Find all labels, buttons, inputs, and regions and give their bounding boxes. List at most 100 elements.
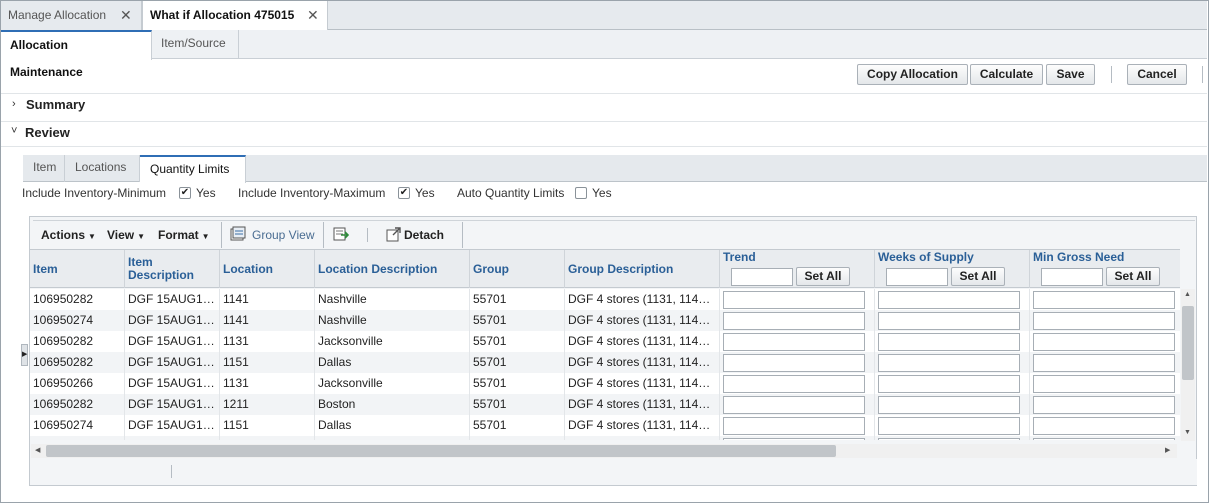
column-divider	[314, 436, 315, 440]
trend-input[interactable]	[723, 291, 865, 309]
document-tab-bar: Manage Allocation ✕ What if Allocation 4…	[1, 1, 1207, 31]
min-gross-need-input[interactable]	[1033, 333, 1175, 351]
cell-location: 1151	[223, 418, 249, 432]
weeks-of-supply-input[interactable]	[878, 291, 1020, 309]
column-divider	[719, 289, 720, 310]
column-divider	[719, 436, 720, 440]
tab-what-if-allocation[interactable]: What if Allocation 475015 ✕	[142, 1, 328, 31]
tab-item-source[interactable]: Item/Source	[152, 30, 239, 59]
scroll-down-icon[interactable]: ▼	[1184, 429, 1191, 436]
tab-label: Quantity Limits	[150, 162, 230, 176]
min-gross-need-input[interactable]	[1033, 291, 1175, 309]
column-header-location-description[interactable]: Location Description	[318, 263, 437, 276]
column-divider	[469, 310, 470, 331]
table-row[interactable]: 106950282 DGF 15AUG1… 1211 Boston 55701 DGF 4…	[30, 394, 1180, 415]
cell-group-description: DGF 4 stores (1131, 114…	[568, 376, 711, 390]
trend-input[interactable]	[723, 333, 865, 351]
tab-label: Manage Allocation	[8, 8, 107, 22]
min-gross-need-input[interactable]	[1033, 312, 1175, 330]
min-gross-need-set-all-button[interactable]: Set All	[1106, 267, 1160, 286]
weeks-of-supply-input[interactable]	[878, 333, 1020, 351]
table-row[interactable]: 106950266 DGF 15AUG1… 1131 Jacksonville 5570…	[30, 373, 1180, 394]
trend-input[interactable]	[723, 375, 865, 393]
trend-input[interactable]	[723, 417, 865, 435]
column-header-trend[interactable]: Trend	[723, 251, 756, 264]
weeks-of-supply-input[interactable]	[878, 354, 1020, 372]
column-divider	[1029, 250, 1030, 288]
table-row[interactable]: 106950266 DGF 15AUG1… 1151 Dallas 55701 DGF 4…	[30, 436, 1180, 440]
column-header-min-gross-need[interactable]: Min Gross Need	[1033, 251, 1124, 264]
copy-allocation-button[interactable]: Copy Allocation	[857, 64, 968, 85]
vertical-scrollbar[interactable]: ▲ ▼	[1181, 289, 1195, 441]
export-button[interactable]	[333, 224, 350, 246]
weeks-of-supply-input[interactable]	[878, 396, 1020, 414]
close-icon[interactable]: ✕	[120, 1, 132, 29]
trend-set-all-input[interactable]	[731, 268, 793, 286]
weeks-of-supply-set-all-input[interactable]	[886, 268, 948, 286]
detach-button[interactable]: Detach	[386, 224, 444, 246]
column-divider	[719, 310, 720, 331]
cell-location-description: Dallas	[318, 436, 466, 440]
trend-input[interactable]	[723, 438, 865, 440]
scroll-right-icon[interactable]: ▶	[1165, 446, 1170, 454]
expand-panel-handle[interactable]: ▶	[21, 344, 28, 366]
tab-locations[interactable]: Locations	[65, 155, 140, 182]
column-header-weeks-of-supply[interactable]: Weeks of Supply	[878, 251, 974, 264]
cancel-button[interactable]: Cancel	[1127, 64, 1187, 85]
table-row[interactable]: 106950282 DGF 15AUG1… 1141 Nashville 55701 DG…	[30, 289, 1180, 310]
tab-manage-allocation[interactable]: Manage Allocation ✕	[1, 1, 142, 30]
checkbox-value: Yes	[196, 186, 216, 200]
column-divider	[219, 250, 220, 288]
column-divider	[874, 310, 875, 331]
weeks-of-supply-input[interactable]	[878, 417, 1020, 435]
tab-allocation-maintenance[interactable]: Allocation Maintenance	[1, 30, 152, 79]
min-gross-need-input[interactable]	[1033, 396, 1175, 414]
trend-input[interactable]	[723, 354, 865, 372]
view-menu[interactable]: View ▼	[107, 224, 145, 246]
column-header-group-description[interactable]: Group Description	[568, 263, 673, 276]
close-icon[interactable]: ✕	[307, 1, 319, 29]
min-gross-need-set-all-input[interactable]	[1041, 268, 1103, 286]
min-gross-need-input[interactable]	[1033, 354, 1175, 372]
group-view-button[interactable]: Group View	[230, 224, 314, 246]
trend-input[interactable]	[723, 396, 865, 414]
column-divider	[874, 394, 875, 415]
scrollbar-thumb[interactable]	[46, 445, 836, 457]
scroll-left-icon[interactable]: ◀	[35, 446, 40, 454]
table-row[interactable]: 106950274 DGF 15AUG1… 1151 Dallas 55701 DGF 4…	[30, 415, 1180, 436]
include-inventory-maximum-checkbox[interactable]: ✔	[398, 187, 410, 199]
table-row[interactable]: 106950274 DGF 15AUG1… 1141 Nashville 55701 DG…	[30, 310, 1180, 331]
min-gross-need-input[interactable]	[1033, 375, 1175, 393]
table-row[interactable]: 106950282 DGF 15AUG1… 1151 Dallas 55701 DGF 4…	[30, 352, 1180, 373]
include-inventory-minimum-checkbox[interactable]: ✔	[179, 187, 191, 199]
tab-label: Locations	[75, 160, 127, 174]
column-divider	[1029, 373, 1030, 394]
column-divider	[874, 415, 875, 436]
trend-input[interactable]	[723, 312, 865, 330]
column-header-location[interactable]: Location	[223, 263, 273, 276]
weeks-of-supply-input[interactable]	[878, 438, 1020, 440]
column-divider	[219, 331, 220, 352]
min-gross-need-input[interactable]	[1033, 438, 1175, 440]
calculate-button[interactable]: Calculate	[970, 64, 1043, 85]
tab-quantity-limits[interactable]: Quantity Limits	[140, 155, 246, 183]
format-menu[interactable]: Format ▼	[158, 224, 210, 246]
weeks-of-supply-set-all-button[interactable]: Set All	[951, 267, 1005, 286]
trend-set-all-button[interactable]: Set All	[796, 267, 850, 286]
column-header-item[interactable]: Item	[33, 263, 58, 276]
save-button[interactable]: Save	[1046, 64, 1095, 85]
actions-menu[interactable]: Actions ▼	[41, 224, 96, 246]
scrollbar-thumb[interactable]	[1182, 306, 1194, 380]
tab-item[interactable]: Item	[23, 155, 65, 182]
column-divider	[219, 289, 220, 310]
auto-quantity-limits-checkbox[interactable]	[575, 187, 587, 199]
scroll-up-icon[interactable]: ▲	[1184, 291, 1191, 298]
horizontal-scrollbar[interactable]: ◀ ▶	[31, 444, 1177, 458]
weeks-of-supply-input[interactable]	[878, 312, 1020, 330]
column-header-group[interactable]: Group	[473, 263, 509, 276]
weeks-of-supply-input[interactable]	[878, 375, 1020, 393]
table-row[interactable]: 106950282 DGF 15AUG1… 1131 Jacksonville 5570…	[30, 331, 1180, 352]
min-gross-need-input[interactable]	[1033, 417, 1175, 435]
detach-icon	[386, 227, 401, 242]
column-header-item-description[interactable]: Item Description	[128, 256, 194, 282]
